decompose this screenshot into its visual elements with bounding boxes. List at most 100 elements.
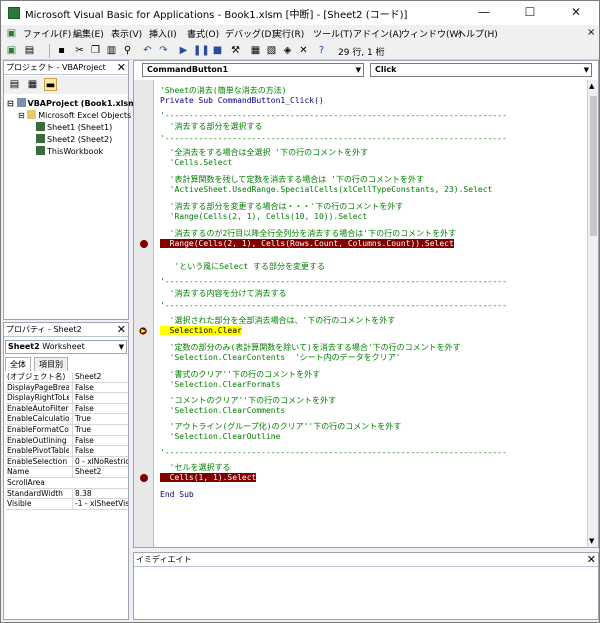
tab-categorized[interactable]: 項目別 bbox=[34, 357, 68, 371]
property-value[interactable]: False bbox=[72, 403, 128, 414]
menu-file[interactable]: ファイル(F) bbox=[23, 27, 71, 40]
code-line[interactable]: 'Selection.ClearFormats bbox=[160, 380, 281, 390]
property-row[interactable]: EnableFormatConditionsCalculationTrue bbox=[6, 424, 128, 436]
tree-item-sheet2[interactable]: Sheet2 (Sheet2) bbox=[36, 134, 112, 144]
property-row[interactable]: EnableAutoFilter False bbox=[6, 403, 128, 415]
code-line[interactable]: '選択された部分を全部消去場合は、'下の行のコメントを外す bbox=[160, 316, 396, 326]
property-value[interactable]: -1 - xlSheetVisible bbox=[72, 499, 128, 510]
design-mode-icon[interactable]: ⚒ bbox=[229, 44, 242, 57]
scroll-up-icon[interactable]: ▲ bbox=[589, 82, 594, 90]
code-line[interactable]: 'コメントのクリア''下の行のコメントを外す bbox=[160, 396, 336, 406]
object-select[interactable]: Sheet2 Worksheet ▼ bbox=[5, 340, 127, 354]
collapse-icon[interactable]: ⊟ bbox=[18, 111, 25, 120]
vertical-scrollbar[interactable]: ▲ ▼ bbox=[587, 80, 598, 547]
code-line[interactable]: '消去する部分を選択する bbox=[160, 122, 263, 132]
tree-item-thisworkbook[interactable]: ThisWorkbook bbox=[36, 146, 103, 156]
immediate-close-icon[interactable]: ✕ bbox=[587, 553, 596, 566]
code-line[interactable]: 'セルを選択する bbox=[160, 463, 231, 473]
menu-addins[interactable]: アドイン(A) bbox=[353, 27, 402, 40]
property-value[interactable]: False bbox=[72, 446, 128, 457]
project-close-icon[interactable]: ✕ bbox=[117, 61, 126, 74]
paste-icon[interactable]: ▥ bbox=[105, 44, 118, 57]
tab-alphabetic[interactable]: 全体 bbox=[5, 357, 31, 371]
breakpoint-icon[interactable] bbox=[140, 474, 148, 482]
scroll-down-icon[interactable]: ▼ bbox=[589, 537, 594, 545]
maximize-button[interactable]: ☐ bbox=[507, 1, 553, 25]
property-value[interactable]: Sheet2 bbox=[72, 467, 128, 478]
redo-icon[interactable]: ↷ bbox=[157, 44, 170, 57]
code-line[interactable]: End Sub bbox=[160, 490, 194, 500]
menu-view[interactable]: 表示(V) bbox=[111, 27, 142, 40]
view-object-icon[interactable]: ▦ bbox=[26, 78, 39, 91]
code-line[interactable]: '---------------------------------------… bbox=[160, 301, 507, 311]
code-line[interactable]: 'ActiveSheet.UsedRange.SpecialCells(xlCe… bbox=[160, 185, 493, 195]
code-editor[interactable]: 'Sheetの消去(簡単な消去の方法) Private Sub CommandBu… bbox=[155, 80, 587, 547]
property-row[interactable]: EnablePivotTable False bbox=[6, 446, 128, 457]
menu-format[interactable]: 書式(O) bbox=[187, 27, 219, 40]
property-value[interactable]: 8.38 bbox=[72, 488, 128, 499]
menu-window[interactable]: ウィンドウ(W) bbox=[401, 27, 462, 40]
code-line[interactable]: '書式のクリア''下の行のコメントを外す bbox=[160, 370, 320, 380]
code-line[interactable]: Private Sub CommandButton1_Click() bbox=[160, 96, 324, 106]
menu-edit[interactable]: 編集(E) bbox=[73, 27, 104, 40]
menu-run[interactable]: 実行(R) bbox=[273, 27, 304, 40]
close-button[interactable]: ✕ bbox=[553, 1, 599, 25]
chevron-down-icon[interactable]: ▼ bbox=[356, 64, 361, 76]
property-row[interactable]: (オブジェクト名) Sheet2 bbox=[6, 372, 128, 383]
view-excel-icon[interactable]: ▣ bbox=[5, 44, 18, 57]
code-line[interactable]: '消去する内容を分けて消去する bbox=[160, 289, 287, 299]
copy-icon[interactable]: ❐ bbox=[89, 44, 102, 57]
code-line[interactable]: '表計算関数を残して定数を消去する場合は '下の行のコメントを外す bbox=[160, 175, 424, 185]
code-line[interactable]: 'Selection.ClearComments bbox=[160, 406, 286, 416]
code-line[interactable]: '消去する部分を変更する場合は・・・'下の行のコメントを外す bbox=[160, 202, 404, 212]
properties-window-icon[interactable]: ▧ bbox=[265, 44, 278, 57]
find-icon[interactable]: ⚲ bbox=[121, 44, 134, 57]
code-line[interactable]: Range(Cells(2, 1), Cells(Rows.Count, Col… bbox=[160, 239, 454, 249]
undo-icon[interactable]: ↶ bbox=[141, 44, 154, 57]
code-line[interactable]: '---------------------------------------… bbox=[160, 277, 507, 287]
property-value[interactable]: False bbox=[72, 435, 128, 446]
property-row[interactable]: EnableCalculation True bbox=[6, 414, 128, 425]
minimize-button[interactable]: — bbox=[461, 1, 507, 25]
code-line[interactable]: Cells(1, 1).Select bbox=[160, 473, 257, 483]
property-value[interactable]: False bbox=[72, 393, 128, 404]
vba-doc-icon[interactable]: ▣ bbox=[5, 27, 18, 40]
breakpoint-icon[interactable] bbox=[140, 240, 148, 248]
toolbox-icon[interactable]: ✕ bbox=[297, 44, 310, 57]
view-code-icon[interactable]: ▤ bbox=[8, 78, 21, 91]
property-value[interactable]: Sheet2 bbox=[72, 372, 128, 382]
menu-tools[interactable]: ツール(T) bbox=[313, 27, 353, 40]
immediate-window[interactable]: イミディエイト ✕ bbox=[133, 552, 599, 620]
breakpoint-margin[interactable] bbox=[134, 80, 154, 547]
code-line[interactable]: Selection.Clear bbox=[160, 326, 242, 336]
help-icon[interactable]: ? bbox=[315, 44, 328, 57]
run-icon[interactable]: ▶ bbox=[177, 44, 190, 57]
code-line[interactable]: '消去するのが2行目以降全行全列分を消去する場合は'下の行のコメントを外す bbox=[160, 229, 456, 239]
chevron-down-icon[interactable]: ▼ bbox=[584, 64, 589, 76]
menu-debug[interactable]: デバッグ(D) bbox=[225, 27, 275, 40]
code-line[interactable]: 'という風にSelect する部分を変更する bbox=[160, 262, 325, 272]
tree-item-sheet1[interactable]: Sheet1 (Sheet1) bbox=[36, 122, 112, 132]
reset-icon[interactable]: ■ bbox=[211, 44, 224, 57]
code-line[interactable]: 'Selection.ClearContents 'シート内のデータをクリア' bbox=[160, 353, 401, 363]
code-line[interactable]: '---------------------------------------… bbox=[160, 111, 507, 121]
property-row[interactable]: DisplayPageBreaksFalse bbox=[6, 382, 128, 394]
menu-help[interactable]: ヘルプ(H) bbox=[457, 27, 498, 40]
code-line[interactable]: '---------------------------------------… bbox=[160, 134, 507, 144]
procedure-combo[interactable]: Click ▼ bbox=[370, 63, 592, 77]
property-row[interactable]: EnableSelection 0 - xlNoRestrictions bbox=[6, 456, 128, 468]
toggle-folders-icon[interactable]: ▬ bbox=[44, 78, 57, 91]
collapse-icon[interactable]: ⊟ bbox=[7, 99, 14, 108]
object-browser-icon[interactable]: ◈ bbox=[281, 44, 294, 57]
property-value[interactable]: True bbox=[72, 424, 128, 435]
property-value[interactable]: 0 - xlNoRestrictions bbox=[72, 456, 128, 467]
code-line[interactable]: 'Sheetの消去(簡単な消去の方法) bbox=[160, 86, 287, 96]
cut-icon[interactable]: ✂ bbox=[73, 44, 86, 57]
close-code-window-icon[interactable]: × bbox=[587, 27, 595, 38]
menu-insert[interactable]: 挿入(I) bbox=[149, 27, 177, 40]
save-icon[interactable]: ▪ bbox=[55, 44, 68, 57]
properties-close-icon[interactable]: ✕ bbox=[117, 323, 126, 336]
break-icon[interactable]: ❚❚ bbox=[193, 44, 210, 57]
code-line[interactable]: '定数の部分のみ(表計算関数を除いて)を消去する場合'下の行のコメントを外す bbox=[160, 343, 461, 353]
property-row[interactable]: EnableOutlining False bbox=[6, 435, 128, 447]
